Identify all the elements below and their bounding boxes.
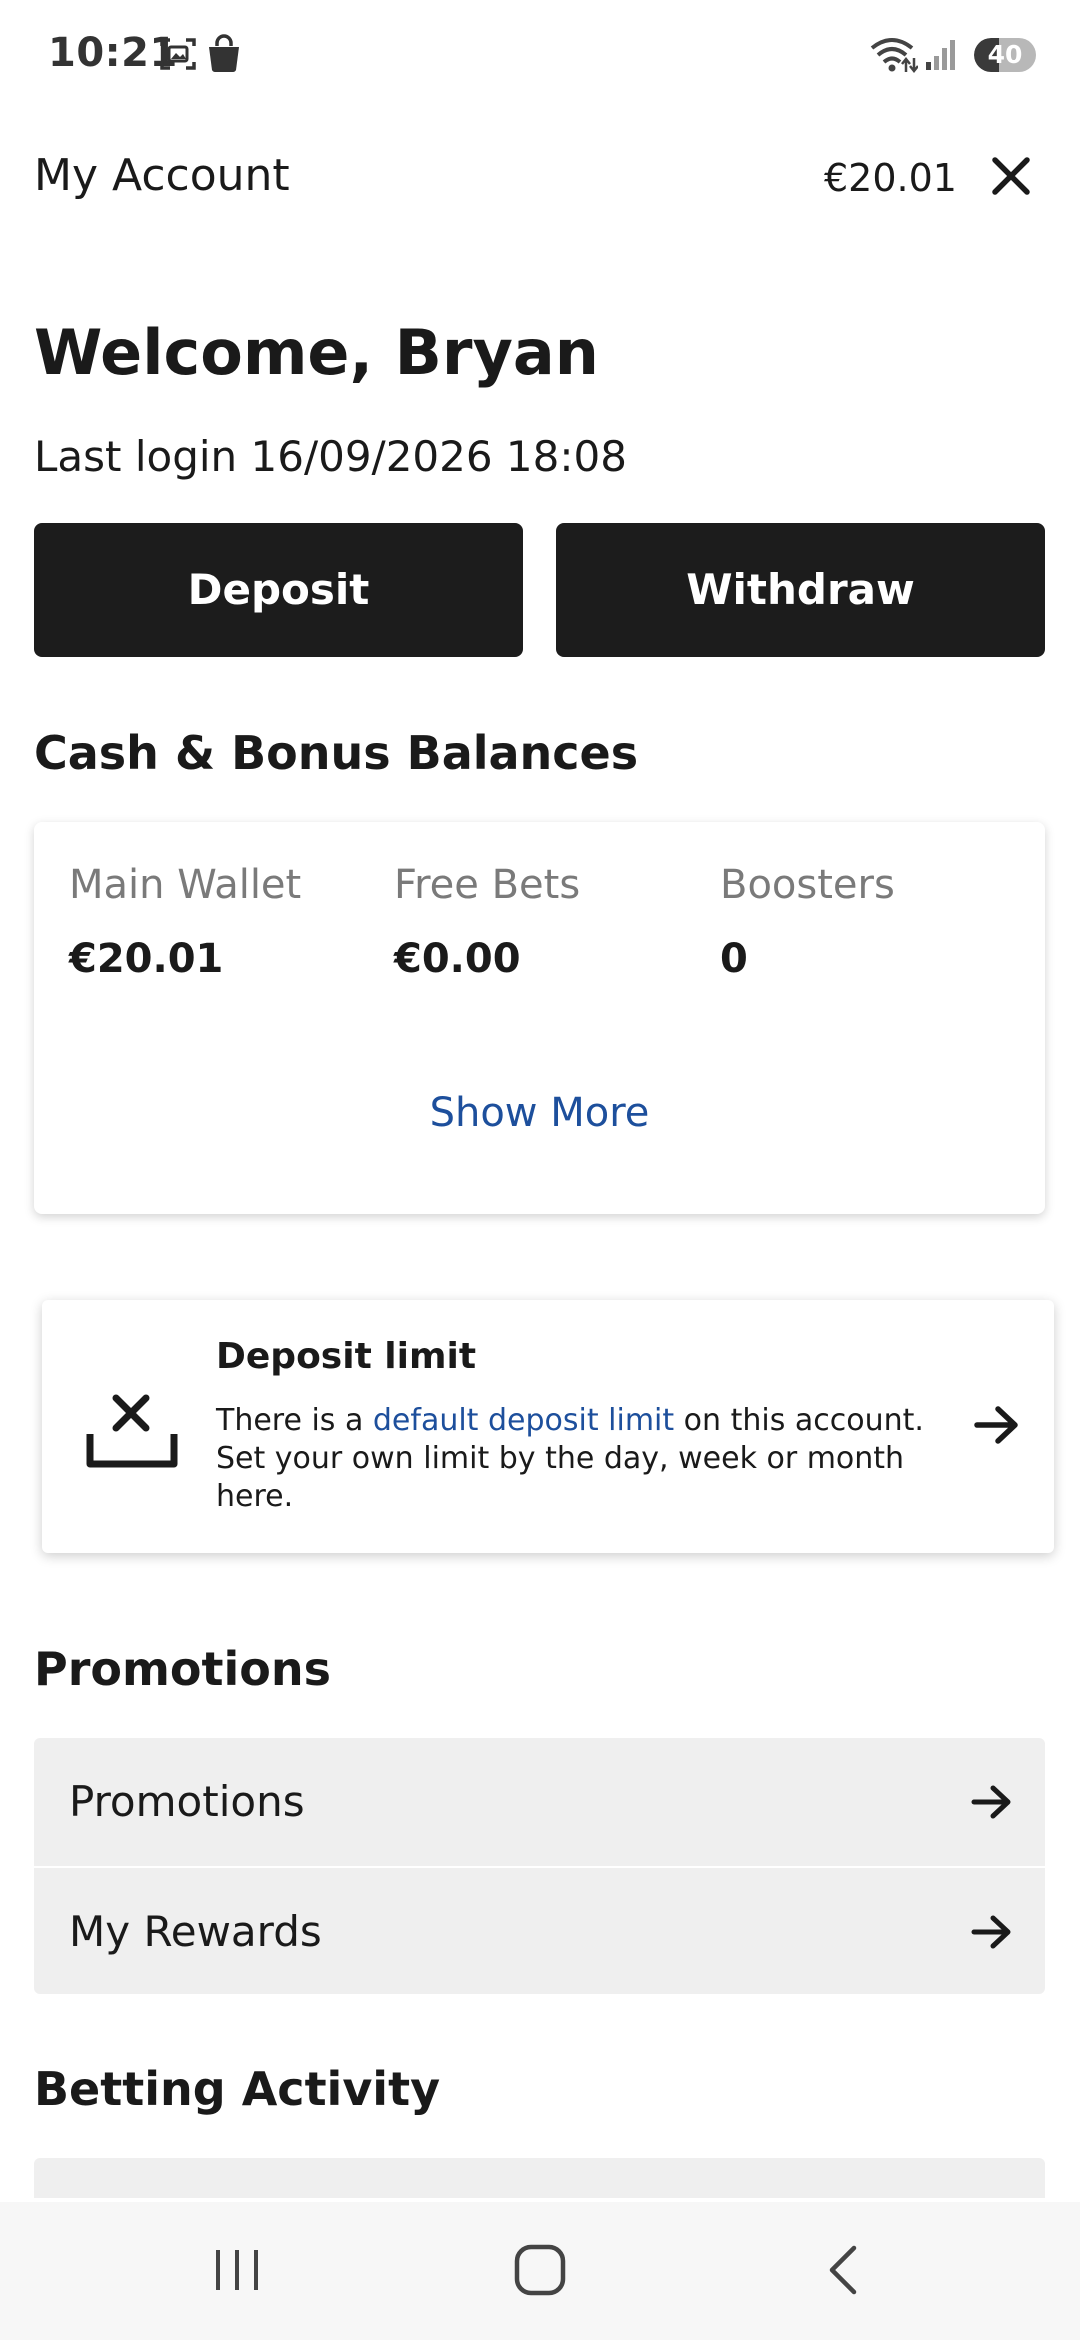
home-icon[interactable] — [512, 2242, 568, 2298]
deposit-limit-card[interactable]: Deposit limit There is a default deposit… — [42, 1300, 1054, 1553]
deposit-limit-text: There is a default deposit limit on this… — [216, 1402, 946, 1516]
balance-value: €20.01 — [69, 936, 224, 982]
betting-activity-heading: Betting Activity — [34, 2062, 441, 2116]
deposit-limit-text-start: There is a — [216, 1403, 373, 1438]
balance-value: €0.00 — [394, 936, 521, 982]
my-rewards-item[interactable]: My Rewards — [34, 1866, 1045, 1994]
signal-icon — [926, 40, 955, 70]
balance-label: Boosters — [720, 862, 895, 908]
list-item-label: Promotions — [69, 1777, 305, 1826]
last-login-text: Last login 16/09/2026 18:08 — [34, 432, 627, 481]
withdraw-button[interactable]: Withdraw — [556, 523, 1045, 657]
battery-icon: 40 — [974, 38, 1036, 72]
screenshot-icon — [160, 38, 196, 70]
balance-value: 0 — [720, 936, 748, 982]
promotions-list: Promotions My Rewards — [34, 1738, 1045, 1994]
system-nav-bar — [0, 2202, 1080, 2340]
recent-apps-icon[interactable] — [212, 2242, 262, 2298]
default-deposit-limit-link[interactable]: default deposit limit — [373, 1403, 674, 1438]
balance-label: Free Bets — [394, 862, 581, 908]
page-title: My Account — [34, 150, 290, 201]
main-wallet-balance: Main Wallet €20.01 — [69, 862, 301, 982]
deposit-button[interactable]: Deposit — [34, 523, 523, 657]
close-icon — [992, 157, 1030, 195]
battery-level: 40 — [987, 40, 1023, 69]
balances-heading: Cash & Bonus Balances — [34, 726, 639, 780]
show-more-link[interactable]: Show More — [34, 1090, 1045, 1136]
close-button[interactable] — [985, 150, 1037, 202]
deposit-limit-title: Deposit limit — [216, 1336, 477, 1377]
wifi-icon — [870, 38, 918, 74]
status-bar: 10:21 40 — [0, 0, 1080, 110]
arrow-right-icon — [971, 1785, 1011, 1819]
free-bets-balance: Free Bets €0.00 — [394, 862, 580, 982]
limit-icon — [86, 1394, 178, 1468]
welcome-heading: Welcome, Bryan — [34, 316, 599, 389]
boosters-balance: Boosters 0 — [720, 862, 895, 982]
my-account-page: 10:21 40 My Account €20.01 Welcome, Brya… — [0, 0, 1080, 2340]
arrow-right-icon[interactable] — [972, 1400, 1022, 1450]
promotions-item[interactable]: Promotions — [34, 1738, 1045, 1866]
back-icon[interactable] — [822, 2242, 862, 2298]
header-balance: €20.01 — [824, 156, 957, 200]
balance-label: Main Wallet — [69, 862, 302, 908]
bag-icon — [209, 34, 239, 72]
list-item-label: My Rewards — [69, 1907, 322, 1956]
balance-card: Main Wallet €20.01 Free Bets €0.00 Boost… — [34, 822, 1045, 1214]
promotions-heading: Promotions — [34, 1642, 332, 1696]
arrow-right-icon — [971, 1915, 1011, 1949]
betting-activity-list[interactable] — [34, 2158, 1045, 2198]
